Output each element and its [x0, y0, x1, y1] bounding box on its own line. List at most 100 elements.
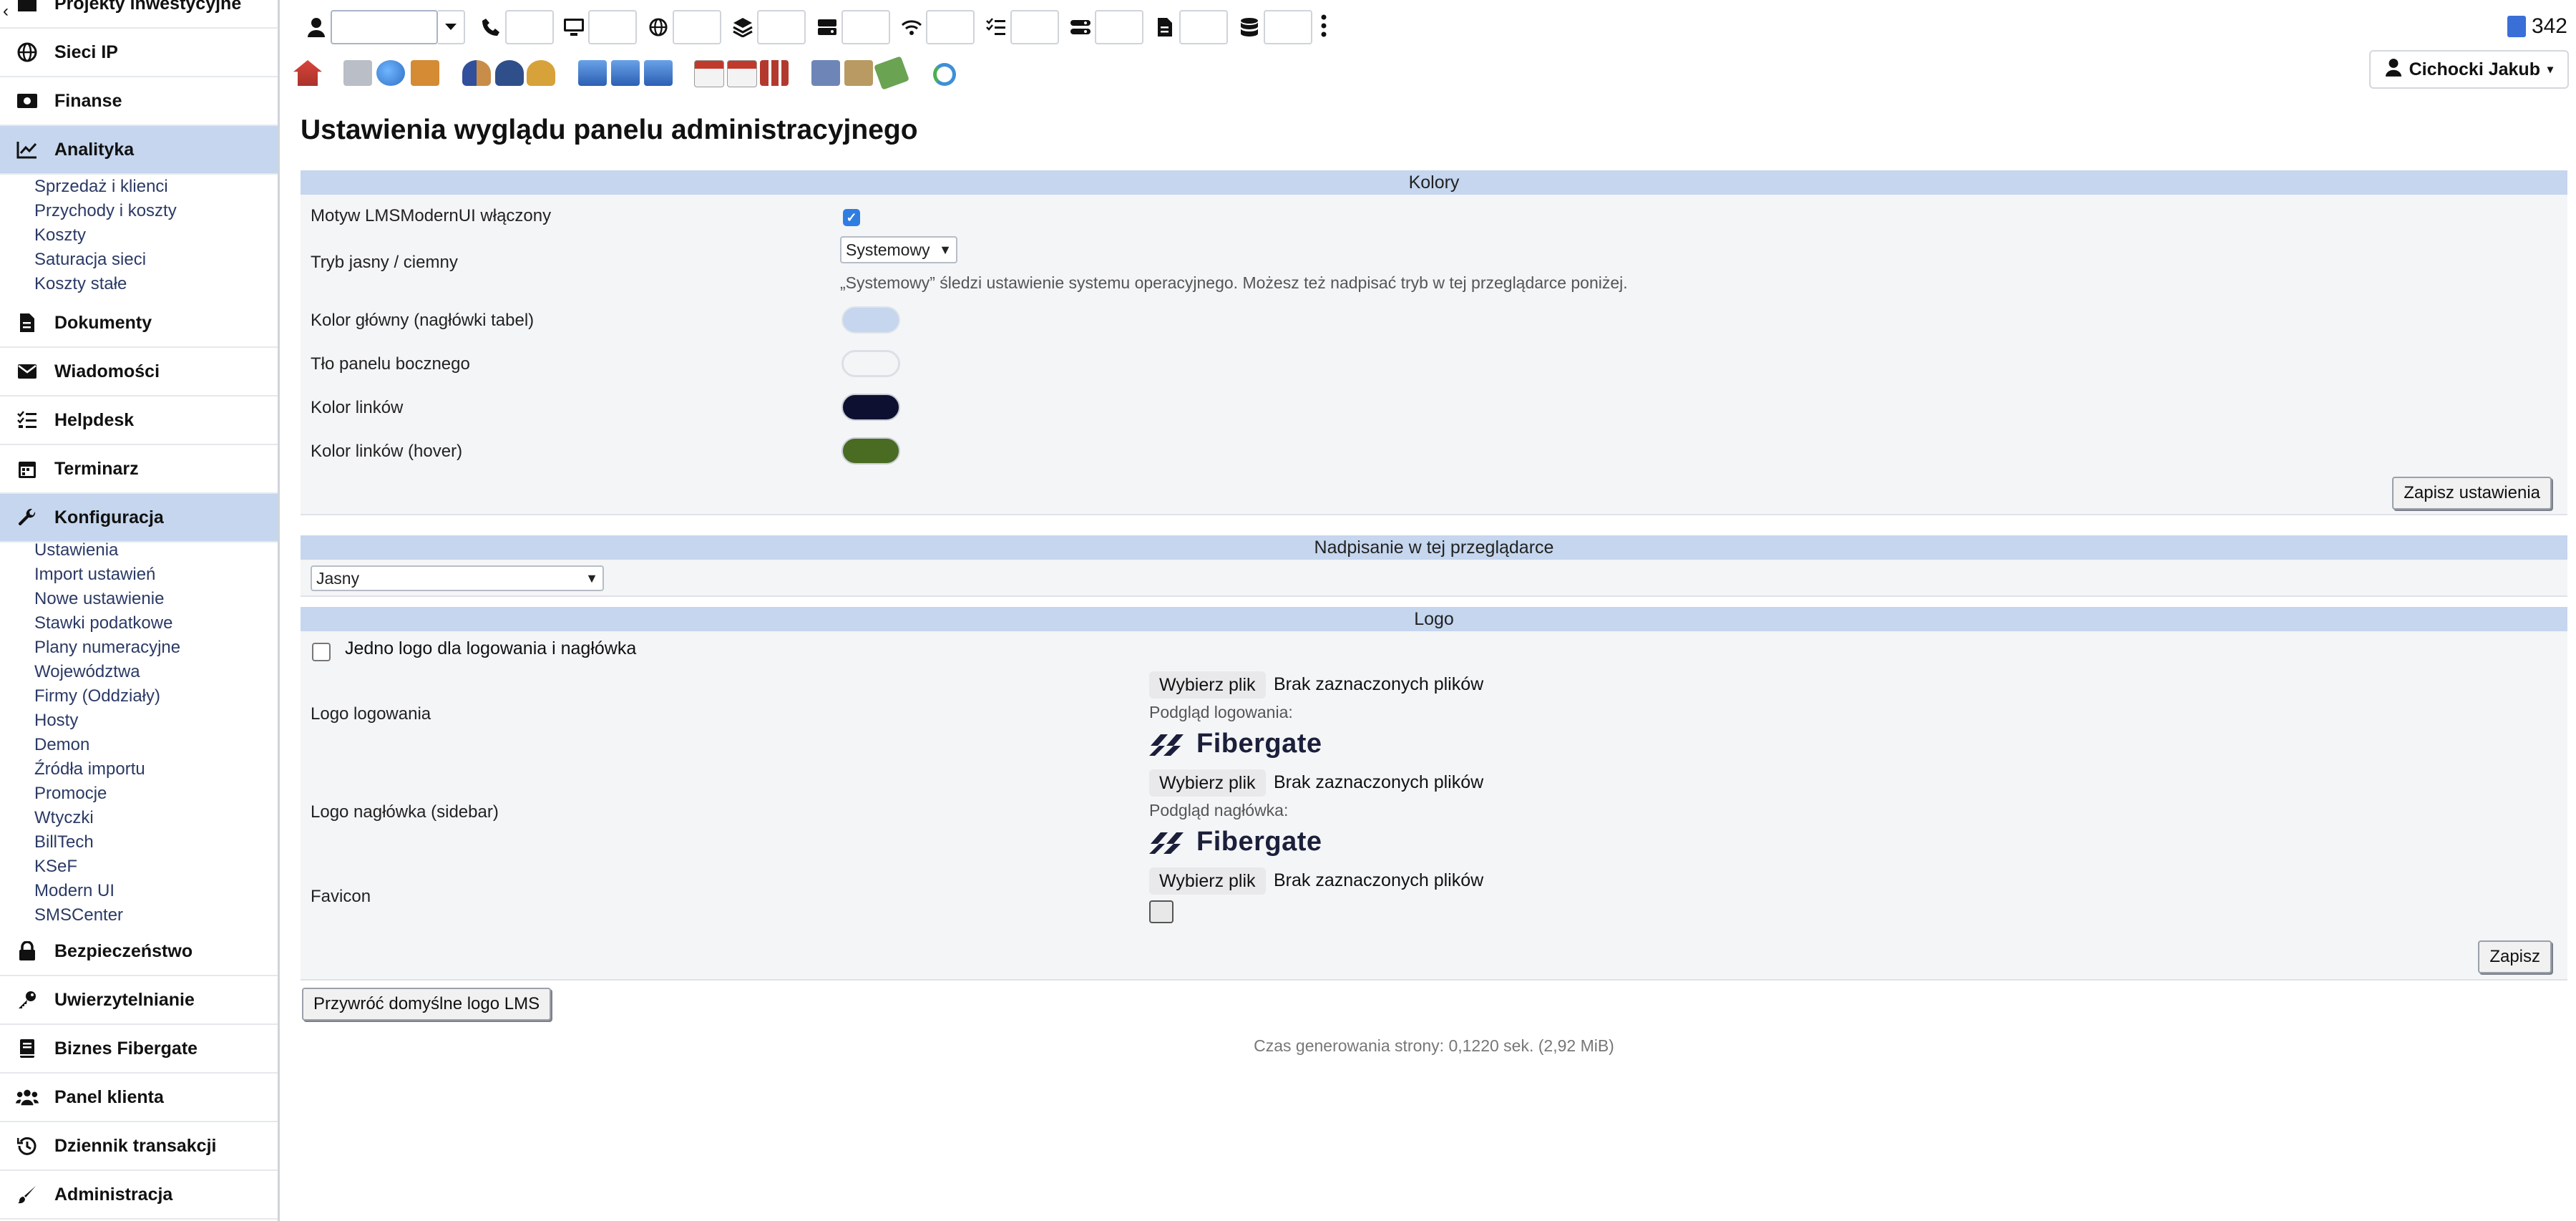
sidebar-item-dokumenty[interactable]: Dokumenty — [0, 299, 278, 348]
document-search-input[interactable] — [1179, 10, 1228, 44]
customer-warning-icon[interactable] — [527, 60, 555, 86]
submenu-item[interactable]: Wtyczki — [34, 806, 180, 830]
sidebar-item-projekty[interactable]: Projekty inwestycyjne — [0, 0, 278, 29]
document-icon — [16, 311, 39, 334]
documents-icon[interactable] — [844, 60, 873, 86]
layer-search — [731, 10, 806, 44]
sidebar-item-terminarz[interactable]: Terminarz — [0, 445, 278, 494]
money-icon — [16, 89, 39, 112]
sidebar-item-finanse[interactable]: Finanse — [0, 77, 278, 126]
cash-register-icon[interactable] — [811, 60, 840, 86]
users-icon — [16, 1086, 39, 1109]
submenu-item[interactable]: Koszty stałe — [34, 272, 177, 296]
history-icon — [16, 1134, 39, 1157]
home-icon[interactable] — [293, 60, 322, 86]
add-customer-icon[interactable] — [495, 60, 524, 86]
section-header: Nadpisanie w tej przeglądarce — [301, 535, 2567, 560]
netdev-search-input[interactable] — [1095, 10, 1143, 44]
favicon-file-button[interactable]: Wybierz plik — [1149, 867, 1266, 895]
document-search — [1153, 10, 1228, 44]
customer-search-input[interactable] — [331, 10, 438, 44]
calendar-10-icon[interactable] — [694, 60, 724, 87]
refresh-icon[interactable] — [933, 63, 956, 86]
submenu-item[interactable]: Plany numeracyjne — [34, 636, 180, 660]
sidebar-item-administracja[interactable]: Administracja — [0, 1171, 278, 1220]
layer-search-input[interactable] — [757, 10, 806, 44]
login-logo-file-button[interactable]: Wybierz plik — [1149, 671, 1266, 699]
device-search-input[interactable] — [588, 10, 637, 44]
bar-chart-icon[interactable] — [760, 60, 789, 86]
user-menu-button[interactable]: Cichocki Jakub ▾ — [2368, 50, 2569, 89]
save-settings-button[interactable]: Zapisz ustawienia — [2392, 477, 2552, 510]
link-hover-color-swatch[interactable] — [841, 437, 900, 464]
submenu-item[interactable]: Sprzedaż i klienci — [34, 175, 177, 199]
restore-default-logo-button[interactable]: Przywróć domyślne logo LMS — [302, 988, 552, 1021]
submenu-item[interactable]: Import ustawień — [34, 563, 180, 587]
add-node-icon[interactable] — [343, 60, 372, 86]
section-header: Logo — [301, 607, 2567, 631]
login-logo-preview: Fibergate — [1149, 729, 1322, 759]
wifi-icon — [900, 16, 923, 39]
override-select[interactable]: Jasny ▼ — [311, 565, 604, 591]
chevron-down-icon[interactable] — [438, 10, 465, 44]
sidebar-item-bezpieczenstwo[interactable]: Bezpieczeństwo — [0, 928, 278, 976]
wrench-icon — [16, 506, 39, 529]
submenu-item[interactable]: Stawki podatkowe — [34, 611, 180, 636]
wifi-search-input[interactable] — [926, 10, 975, 44]
calendar-add-icon[interactable] — [727, 60, 757, 87]
submenu-item[interactable]: Hosty — [34, 709, 180, 733]
submenu-item[interactable]: Województwa — [34, 660, 180, 684]
message-counter[interactable]: 342 — [2507, 14, 2567, 39]
submenu-item[interactable]: KSeF — [34, 855, 180, 879]
money-add-icon[interactable] — [874, 56, 909, 90]
database-search-input[interactable] — [1264, 10, 1312, 44]
primary-color-swatch[interactable] — [841, 306, 900, 334]
submenu-item[interactable]: Modern UI — [34, 879, 180, 903]
submenu-item[interactable]: Przychody i koszty — [34, 199, 177, 223]
single-logo-label: Jedno logo dla logowania i nagłówka — [345, 638, 637, 658]
network-search-input[interactable] — [673, 10, 721, 44]
package-icon[interactable] — [411, 60, 439, 86]
nodes-list-icon[interactable] — [644, 60, 673, 86]
submenu-item[interactable]: Źródła importu — [34, 757, 180, 782]
sidebar-item-sieci-ip[interactable]: Sieci IP — [0, 29, 278, 77]
sidebar-item-dziennik-transakcji[interactable]: Dziennik transakcji — [0, 1122, 278, 1171]
submenu-item[interactable]: Firmy (Oddziały) — [34, 684, 180, 709]
globe-earth-icon[interactable] — [376, 60, 405, 86]
phone-icon — [479, 16, 502, 39]
task-search-input[interactable] — [1010, 10, 1059, 44]
link-color-swatch[interactable] — [841, 394, 900, 421]
nodes-icon[interactable] — [578, 60, 607, 86]
sidebar-bg-swatch[interactable] — [841, 350, 900, 377]
submenu-item[interactable]: Saturacja sieci — [34, 248, 177, 272]
collapse-sidebar-icon[interactable]: ‹ — [3, 1, 9, 21]
header-logo-file-button[interactable]: Wybierz plik — [1149, 769, 1266, 797]
server-search-input[interactable] — [841, 10, 890, 44]
submenu-item[interactable]: Koszty — [34, 223, 177, 248]
sidebar-item-konfiguracja[interactable]: Konfiguracja — [0, 494, 278, 543]
sidebar-item-uwierzytelnianie[interactable]: Uwierzytelnianie — [0, 976, 278, 1025]
sidebar-item-wiadomosci[interactable]: Wiadomości — [0, 348, 278, 397]
key-icon — [16, 988, 39, 1011]
submenu-item[interactable]: Nowe ustawienie — [34, 587, 180, 611]
customers-icon[interactable] — [462, 60, 491, 86]
submenu-item[interactable]: BillTech — [34, 830, 180, 855]
sidebar-item-biznes-fibergate[interactable]: Biznes Fibergate — [0, 1025, 278, 1074]
override-section: Nadpisanie w tej przeglądarce Jasny ▼ — [301, 535, 2567, 597]
theme-checkbox[interactable]: ✓ — [843, 209, 860, 226]
sidebar-item-panel-klienta[interactable]: Panel klienta — [0, 1074, 278, 1122]
sidebar-item-analityka[interactable]: Analityka — [0, 126, 278, 175]
submenu-item[interactable]: Demon — [34, 733, 180, 757]
add-nodes-icon[interactable] — [611, 60, 640, 86]
chevron-down-icon: ▾ — [2547, 64, 2553, 76]
phone-search-input[interactable] — [505, 10, 554, 44]
mode-select[interactable]: Systemowy ▼ — [840, 236, 957, 263]
calendar-icon — [16, 457, 39, 480]
save-logo-button[interactable]: Zapisz — [2478, 940, 2552, 973]
single-logo-checkbox[interactable] — [312, 643, 331, 661]
submenu-item[interactable]: Promocje — [34, 782, 180, 806]
sidebar-item-helpdesk[interactable]: Helpdesk — [0, 397, 278, 445]
more-icon[interactable] — [1321, 14, 1327, 41]
submenu-item[interactable]: Ustawienia — [34, 538, 180, 563]
submenu-item[interactable]: SMSCenter — [34, 903, 180, 928]
